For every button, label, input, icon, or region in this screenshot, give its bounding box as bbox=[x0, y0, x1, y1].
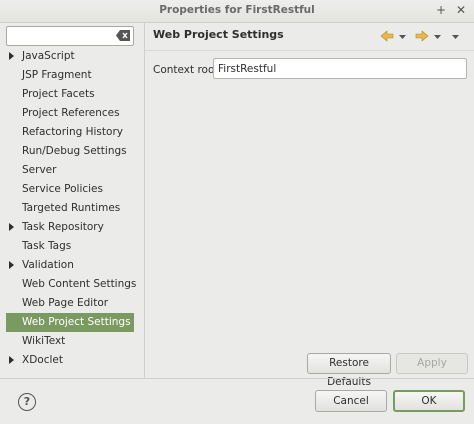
header-divider bbox=[145, 50, 474, 51]
tree-item-label: XDoclet bbox=[22, 354, 63, 366]
tree-item-label: Validation bbox=[22, 259, 74, 271]
context-root-label: Context root: bbox=[153, 64, 223, 76]
tree-item[interactable]: Web Content Settings bbox=[6, 275, 144, 294]
tree-item[interactable]: Web Page Editor bbox=[6, 294, 144, 313]
expand-arrow-icon[interactable] bbox=[9, 52, 14, 60]
tree-item[interactable]: Targeted Runtimes bbox=[6, 199, 144, 218]
maximize-icon[interactable]: + bbox=[434, 3, 448, 17]
tree-item[interactable]: Task Tags bbox=[6, 237, 144, 256]
tree-item-label: Web Content Settings bbox=[22, 278, 137, 290]
tree-item[interactable]: JavaScript bbox=[6, 47, 144, 66]
tree-item[interactable]: Validation bbox=[6, 256, 144, 275]
ok-button[interactable]: OK bbox=[393, 390, 465, 412]
filter-input[interactable] bbox=[7, 27, 115, 43]
footer-divider bbox=[0, 378, 474, 379]
tree-item-label: Task Tags bbox=[22, 240, 72, 252]
tree-item[interactable]: XDoclet bbox=[6, 351, 144, 370]
tree-item-label: Run/Debug Settings bbox=[22, 145, 127, 157]
tree-item[interactable]: Project References bbox=[6, 104, 144, 123]
tree-item-label: Task Repository bbox=[22, 221, 104, 233]
tree-item[interactable]: Refactoring History bbox=[6, 123, 144, 142]
tree-item[interactable]: Server bbox=[6, 161, 144, 180]
tree-item[interactable]: Run/Debug Settings bbox=[6, 142, 144, 161]
tree-item-label: JSP Fragment bbox=[22, 69, 92, 81]
tree-item-label: JavaScript bbox=[22, 50, 75, 62]
tree-item-label: WikiText bbox=[22, 335, 66, 347]
title-bar: Properties for FirstRestful + ✕ bbox=[0, 0, 474, 23]
panel-divider bbox=[144, 22, 145, 378]
view-menu-icon[interactable] bbox=[451, 29, 460, 43]
tree-item[interactable]: WikiText bbox=[6, 332, 144, 351]
window-title: Properties for FirstRestful bbox=[159, 4, 315, 16]
tree-item-label: Refactoring History bbox=[22, 126, 123, 138]
tree-item[interactable]: Task Repository bbox=[6, 218, 144, 237]
tree-item-label: Project References bbox=[22, 107, 120, 119]
filter-field[interactable] bbox=[6, 26, 134, 46]
tree-item-label: Service Policies bbox=[22, 183, 103, 195]
context-root-input[interactable] bbox=[213, 58, 467, 79]
close-icon[interactable]: ✕ bbox=[454, 3, 468, 17]
tree-item[interactable]: Project Facets bbox=[6, 85, 144, 104]
tree-item-label: Targeted Runtimes bbox=[22, 202, 121, 214]
clear-filter-icon[interactable] bbox=[116, 30, 130, 41]
tree-item[interactable]: Web Project Settings bbox=[6, 313, 134, 332]
cancel-button[interactable]: Cancel bbox=[315, 390, 387, 412]
property-tree: JavaScript JSP Fragment Project Facets Proj… bbox=[6, 47, 144, 377]
forward-dropdown-icon[interactable] bbox=[433, 29, 442, 43]
tree-item[interactable]: JSP Fragment bbox=[6, 66, 144, 85]
tree-item-label: Web Project Settings bbox=[22, 316, 131, 328]
page-title: Web Project Settings bbox=[153, 28, 284, 41]
expand-arrow-icon[interactable] bbox=[9, 356, 14, 364]
tree-item[interactable]: Service Policies bbox=[6, 180, 144, 199]
tree-item-label: Project Facets bbox=[22, 88, 95, 100]
back-dropdown-icon[interactable] bbox=[398, 29, 407, 43]
tree-item-label: Web Page Editor bbox=[22, 297, 109, 309]
expand-arrow-icon[interactable] bbox=[9, 223, 14, 231]
forward-arrow-icon[interactable] bbox=[415, 29, 429, 43]
restore-defaults-button[interactable]: Restore Defaults bbox=[307, 353, 391, 388]
help-icon[interactable]: ? bbox=[18, 393, 36, 411]
tree-item-label: Server bbox=[22, 164, 57, 176]
back-arrow-icon[interactable] bbox=[380, 29, 394, 43]
apply-button[interactable]: Apply bbox=[396, 353, 468, 374]
expand-arrow-icon[interactable] bbox=[9, 261, 14, 269]
